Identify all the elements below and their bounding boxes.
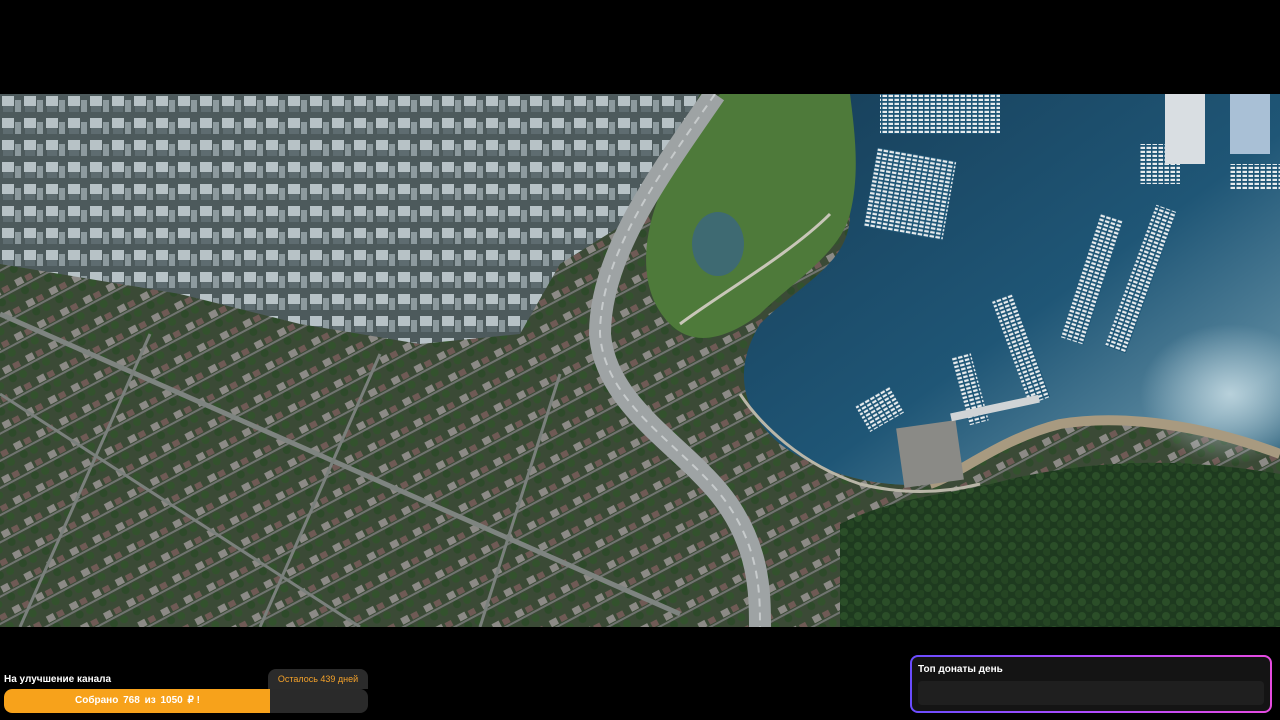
top-donations-title: Топ донаты день xyxy=(918,664,1003,675)
goal-currency: ₽ ! xyxy=(187,695,200,706)
goal-title: На улучшение канала xyxy=(4,674,112,685)
top-donations-list xyxy=(918,681,1264,705)
goal-collected-prefix: Собрано xyxy=(75,695,119,706)
goal-progress-bar: Собрано 768 из 1050 ₽ ! xyxy=(4,689,368,713)
stream-overlay: На улучшение канала Осталось 439 дней Со… xyxy=(0,0,1280,720)
fundraising-goal-widget: На улучшение канала Осталось 439 дней Со… xyxy=(2,669,368,715)
goal-collected-amount: 768 xyxy=(123,695,140,706)
video-frame[interactable] xyxy=(0,94,1280,627)
top-donations-panel: Топ донаты день xyxy=(910,655,1272,713)
aerial-city-image xyxy=(0,94,1280,627)
goal-target-amount: 1050 xyxy=(160,695,183,706)
goal-days-remaining: Осталось 439 дней xyxy=(268,669,368,689)
goal-of-word: из xyxy=(144,695,156,706)
goal-progress-text: Собрано 768 из 1050 ₽ ! xyxy=(4,689,271,713)
